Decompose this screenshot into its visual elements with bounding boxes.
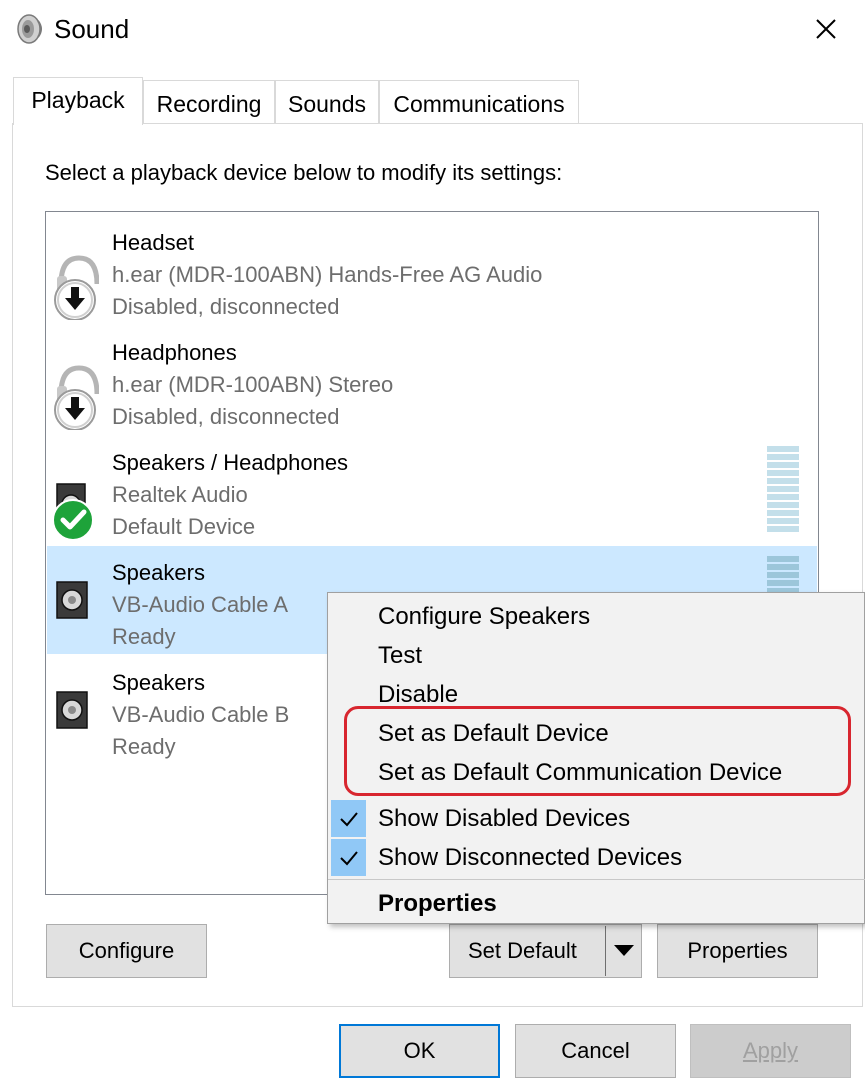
device-status: Disabled, disconnected — [112, 294, 340, 319]
set-default-dropdown[interactable] — [606, 926, 641, 976]
device-name: Speakers — [112, 560, 205, 585]
menu-item-show-disconnected[interactable]: Show Disconnected Devices — [378, 844, 682, 872]
menu-item-test[interactable]: Test — [378, 642, 422, 670]
ok-button[interactable]: OK — [339, 1024, 500, 1078]
close-button[interactable] — [800, 0, 852, 58]
menu-item-set-default-communication[interactable]: Set as Default Communication Device — [378, 759, 782, 787]
set-default-label: Set Default — [468, 938, 577, 963]
menu-item-set-default[interactable]: Set as Default Device — [378, 720, 609, 748]
headset-disabled-icon — [54, 255, 99, 320]
properties-button[interactable]: Properties — [657, 924, 818, 978]
device-description: Realtek Audio — [112, 482, 248, 507]
cancel-button[interactable]: Cancel — [515, 1024, 676, 1078]
menu-item-show-disabled[interactable]: Show Disabled Devices — [378, 805, 630, 833]
headphones-disabled-icon — [54, 365, 99, 430]
device-status: Default Device — [112, 514, 256, 539]
check-mark-show-disabled — [331, 800, 366, 837]
device-description: VB-Audio Cable A — [112, 592, 289, 617]
device-row-headphones[interactable]: Headphones h.ear (MDR-100ABN) Stereo Dis… — [47, 326, 817, 434]
tab-recording[interactable]: Recording — [143, 80, 275, 124]
device-name: Headphones — [112, 340, 237, 365]
instructions-text: Select a playback device below to modify… — [45, 160, 563, 185]
check-icon — [339, 811, 358, 826]
device-status: Disabled, disconnected — [112, 404, 340, 429]
menu-item-configure-speakers[interactable]: Configure Speakers — [378, 603, 590, 631]
menu-item-properties[interactable]: Properties — [378, 890, 497, 918]
window-title: Sound — [54, 14, 130, 44]
speaker-icon — [56, 581, 88, 619]
configure-button[interactable]: Configure — [46, 924, 207, 978]
speaker-icon — [56, 691, 88, 729]
check-mark-show-disconnected — [331, 839, 366, 876]
title-bar: Sound — [0, 0, 865, 62]
close-icon — [816, 19, 836, 39]
apply-button: Apply — [690, 1024, 851, 1078]
chevron-down-icon — [613, 945, 634, 956]
menu-separator — [328, 879, 865, 880]
level-meter — [767, 556, 799, 594]
device-status: Ready — [112, 624, 176, 649]
speaker-icon — [17, 14, 42, 44]
device-name: Speakers — [112, 670, 205, 695]
speaker-default-icon — [52, 483, 94, 540]
tab-playback[interactable]: Playback — [13, 77, 143, 125]
device-name: Headset — [112, 230, 194, 255]
device-description: VB-Audio Cable B — [112, 702, 290, 727]
device-row-headset[interactable]: Headset h.ear (MDR-100ABN) Hands-Free AG… — [47, 216, 817, 324]
level-meter — [767, 446, 799, 532]
device-description: h.ear (MDR-100ABN) Hands-Free AG Audio — [112, 262, 543, 287]
menu-item-disable[interactable]: Disable — [378, 681, 458, 709]
device-row-speakers-headphones[interactable]: Speakers / Headphones Realtek Audio Defa… — [47, 436, 817, 544]
device-description: h.ear (MDR-100ABN) Stereo — [112, 372, 394, 397]
device-name: Speakers / Headphones — [112, 450, 349, 475]
device-status: Ready — [112, 734, 176, 759]
tab-communications[interactable]: Communications — [379, 80, 579, 124]
context-menu: Configure Speakers Test Disable Set as D… — [327, 592, 865, 924]
check-icon — [339, 850, 358, 865]
tab-sounds[interactable]: Sounds — [275, 80, 379, 124]
